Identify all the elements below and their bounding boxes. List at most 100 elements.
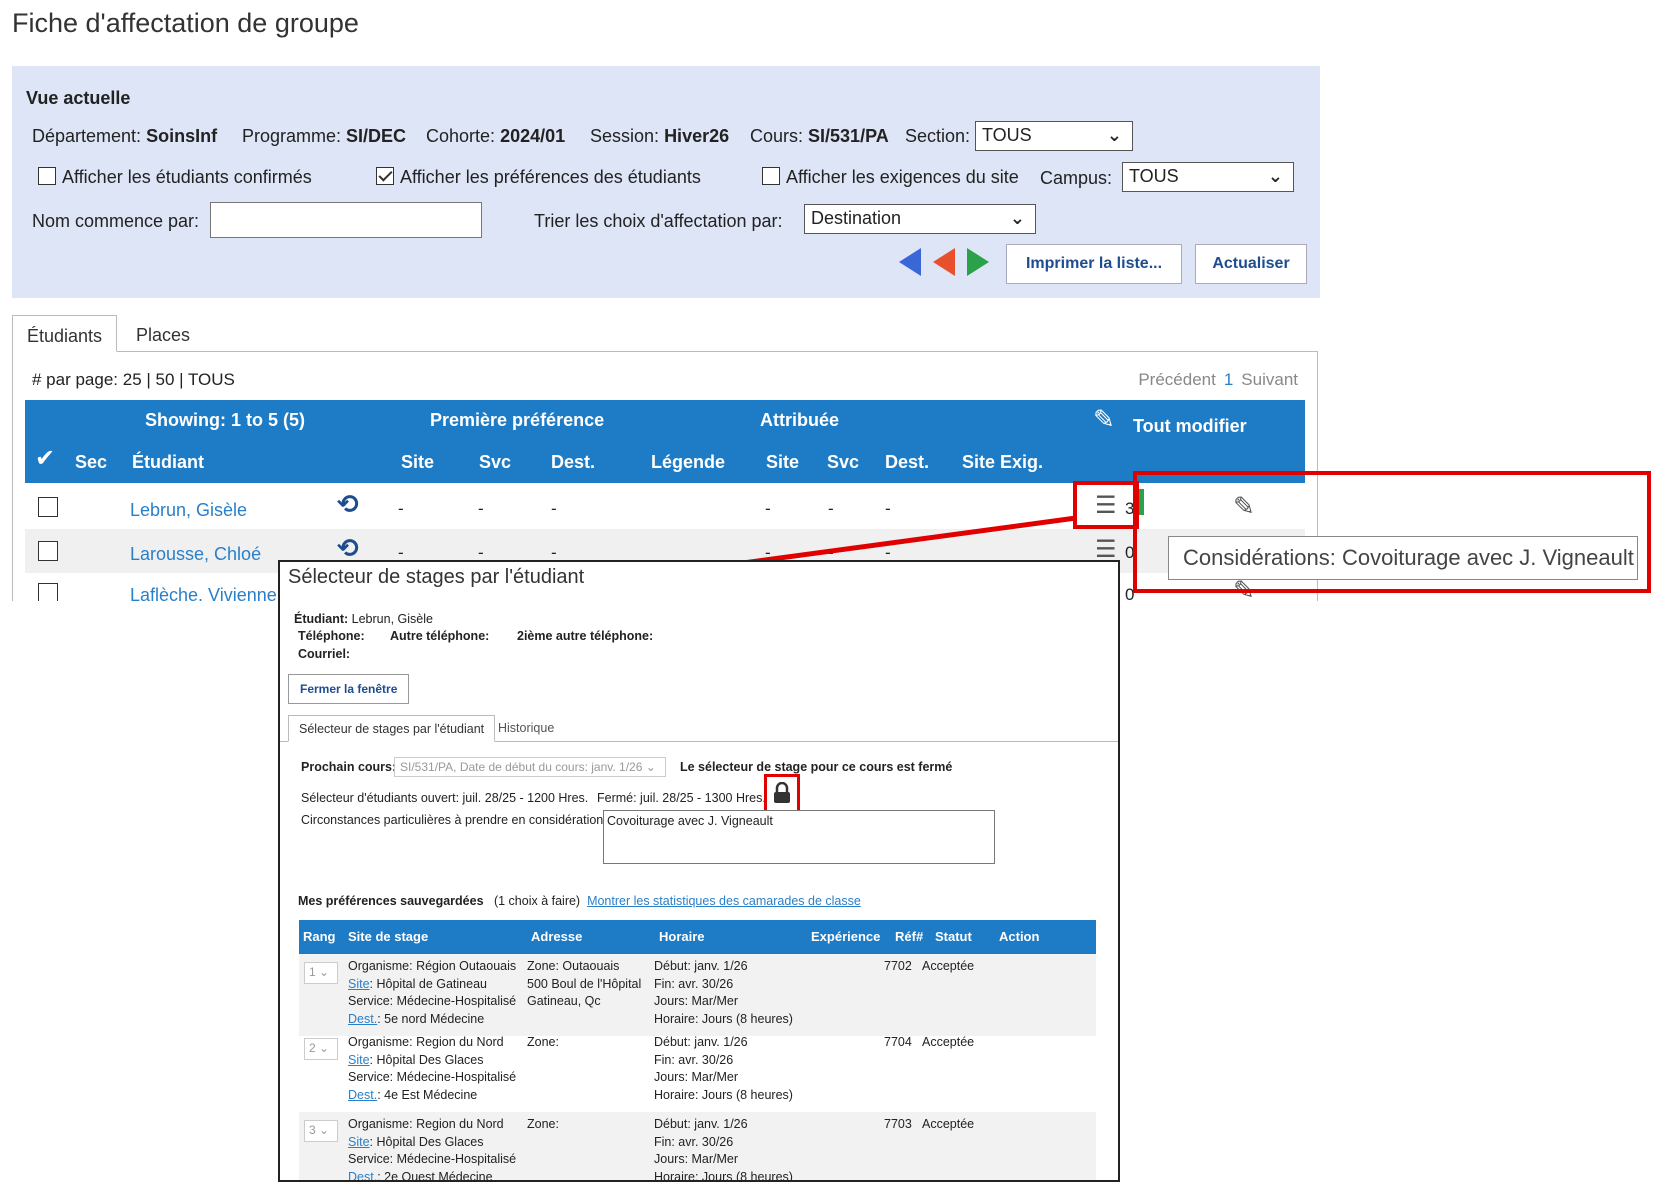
prochain-select[interactable]: SI/531/PA, Date de début du cours: janv.… — [394, 757, 666, 777]
students-table-header: Showing: 1 to 5 (5) Première préférence … — [25, 400, 1305, 483]
deux-tel-label: 2ième autre téléphone: — [517, 629, 654, 643]
chk-preferences[interactable]: Afficher les préférences des étudiants — [376, 167, 701, 188]
site-link[interactable]: Site — [348, 1053, 370, 1067]
rank-select[interactable]: 2 ⌄ — [304, 1038, 338, 1060]
section-select[interactable]: TOUS ⌄ — [975, 121, 1133, 151]
cell-dest: - — [551, 499, 557, 518]
pref-schedule-cell: Début: janv. 1/26 Fin: avr. 30/26 Jours: M… — [654, 1117, 793, 1182]
considerations-tooltip: Considérations: Covoiturage avec J. Vign… — [1168, 536, 1638, 580]
chk-exigences[interactable]: Afficher les exigences du site — [762, 167, 1019, 188]
col-adresse: Adresse — [531, 929, 583, 944]
col-legende[interactable]: Légende — [651, 452, 725, 473]
tab-selector[interactable]: Sélecteur de stages par l'étudiant — [288, 715, 496, 742]
dest-link[interactable]: Dest. — [348, 1088, 377, 1102]
stats-link[interactable]: Montrer les statistiques des camarades d… — [587, 894, 861, 908]
chevron-down-icon: ⌄ — [1106, 125, 1122, 145]
checkbox-icon[interactable] — [762, 167, 780, 185]
pager: Précédent 1 Suivant — [1138, 370, 1298, 390]
student-name-link[interactable]: Lebrun, Gisèle — [130, 500, 247, 521]
modal-title: Sélecteur de stages par l'étudiant — [288, 566, 585, 588]
edit-all-button[interactable]: Tout modifier — [1133, 416, 1247, 437]
rank-select[interactable]: 3 ⌄ — [304, 1120, 338, 1142]
prefs-heading: Mes préférences sauvegardées (1 choix à … — [298, 894, 861, 908]
dest-link[interactable]: Dest. — [348, 1012, 377, 1026]
row-checkbox[interactable] — [38, 583, 58, 601]
col-site-exig[interactable]: Site Exig. — [962, 452, 1043, 473]
circ-textarea[interactable]: Covoiturage avec J. Vigneault — [603, 810, 995, 864]
col-site[interactable]: Site — [401, 452, 434, 473]
pager-current[interactable]: 1 — [1224, 370, 1233, 389]
pref-site-cell: Organisme: Region du Nord Site: Hôpital … — [348, 1117, 517, 1182]
col-etudiant[interactable]: Étudiant — [132, 452, 204, 473]
row-checkbox[interactable] — [38, 541, 58, 561]
col-sec[interactable]: Sec — [75, 452, 107, 473]
col-assigned-dest[interactable]: Dest. — [885, 452, 929, 473]
col-assigned-svc[interactable]: Svc — [827, 452, 859, 473]
cohorte-info: Cohorte: 2024/01 — [426, 126, 566, 146]
pref-address-cell: Zone: Outaouais 500 Boul de l'Hôpital Gati… — [527, 959, 642, 1008]
arrow-left-red-icon[interactable] — [933, 248, 955, 276]
col-statut: Statut — [935, 929, 972, 944]
site-link[interactable]: Site — [348, 1135, 370, 1149]
prochain-label: Prochain cours: — [301, 760, 397, 774]
pager-next[interactable]: Suivant — [1241, 370, 1298, 389]
checkbox-checked-icon[interactable] — [376, 167, 394, 185]
dest-link[interactable]: Dest. — [348, 1170, 377, 1181]
pager-prev[interactable]: Précédent — [1138, 370, 1216, 389]
tab-places[interactable]: Places — [122, 315, 204, 356]
col-experience: Expérience — [811, 929, 881, 944]
pref-address-cell: Zone: — [527, 1117, 559, 1131]
pref-row: 3 ⌄ Organisme: Region du Nord Site: Hôpi… — [299, 1112, 1096, 1182]
cell-assigned-dest: - — [885, 499, 891, 518]
col-assigned-site[interactable]: Site — [766, 452, 799, 473]
nom-input[interactable] — [210, 202, 482, 238]
pref-status: Acceptée — [922, 1035, 975, 1049]
filter-heading: Vue actuelle — [26, 88, 131, 108]
close-window-button[interactable]: Fermer la fenêtre — [288, 674, 410, 704]
cell-assigned-site: - — [765, 499, 771, 518]
trier-select[interactable]: Destination ⌄ — [804, 204, 1036, 234]
arrow-left-blue-icon[interactable] — [899, 248, 921, 276]
rank-select[interactable]: 1 ⌄ — [304, 962, 338, 984]
arrow-right-green-icon[interactable] — [967, 248, 989, 276]
lock-icon — [774, 782, 790, 803]
history-icon[interactable]: ⟲ — [337, 489, 359, 520]
pref-row: 2 ⌄ Organisme: Region du Nord Site: Hôpi… — [299, 1030, 1096, 1112]
programme-info: Programme: SI/DEC — [242, 126, 407, 146]
chk-confirmes[interactable]: Afficher les étudiants confirmés — [38, 167, 312, 188]
ferme-text: Fermé: juil. 28/25 - 1300 Hres. — [597, 791, 766, 805]
row-checkbox[interactable] — [38, 497, 58, 517]
tab-historique[interactable]: Historique — [488, 715, 564, 741]
col-svc[interactable]: Svc — [479, 452, 511, 473]
student-name-link[interactable]: Larousse, Chloé — [130, 544, 261, 565]
print-list-button[interactable]: Imprimer la liste... — [1006, 244, 1182, 284]
site-link[interactable]: Site — [348, 977, 370, 991]
placement-selector-modal: Sélecteur de stages par l'étudiant Étudi… — [278, 560, 1120, 1182]
filter-panel: Vue actuelle Département: SoinsInf Progr… — [12, 66, 1320, 298]
highlight-box — [1073, 481, 1139, 529]
checkbox-icon[interactable] — [38, 167, 56, 185]
campus-select[interactable]: TOUS ⌄ — [1122, 162, 1294, 192]
col-dest[interactable]: Dest. — [551, 452, 595, 473]
pref-site-cell: Organisme: Région Outaouais Site: Hôpita… — [348, 959, 517, 1026]
check-all-icon[interactable]: ✔ — [35, 444, 55, 473]
col-rang: Rang — [303, 929, 336, 944]
pref-row: 1 ⌄ Organisme: Région Outaouais Site: Hô… — [299, 954, 1096, 1036]
autre-tel-label: Autre téléphone: — [390, 629, 490, 643]
courriel-label: Courriel: — [298, 647, 351, 661]
tab-etudiants[interactable]: Étudiants — [12, 315, 118, 352]
col-site-stage: Site de stage — [348, 929, 429, 944]
chevron-down-icon: ⌄ — [645, 760, 656, 774]
pencil-icon[interactable]: ✎ — [1093, 404, 1115, 435]
student-name-link[interactable]: Laflèche, Vivienne — [130, 585, 277, 601]
pref-ref: 7703 — [884, 1117, 912, 1131]
prefs-table-header: Rang Site de stage Adresse Horaire Expér… — [299, 920, 1096, 954]
pref-site-cell: Organisme: Region du Nord Site: Hôpital … — [348, 1035, 517, 1102]
refresh-button[interactable]: Actualiser — [1195, 244, 1307, 284]
col-horaire: Horaire — [659, 929, 705, 944]
tabs-divider — [12, 351, 1318, 352]
showing-count: Showing: 1 to 5 (5) — [145, 410, 305, 430]
cell-assigned-svc: - — [828, 499, 834, 518]
session-info: Session: Hiver26 — [590, 126, 730, 146]
per-page-selector[interactable]: # par page: 25 | 50 | TOUS — [32, 370, 235, 390]
